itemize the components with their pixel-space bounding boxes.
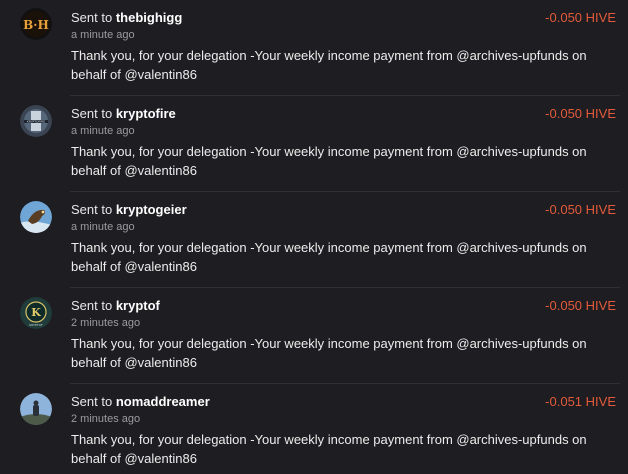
avatar-image: B·H [20, 8, 52, 40]
timestamp: a minute ago [71, 125, 135, 137]
avatar-image: K KRYPTOF [20, 297, 52, 329]
transaction-title: Sent to nomaddreamer [71, 394, 210, 409]
timestamp: a minute ago [71, 221, 135, 233]
amount: -0.050 HIVE [545, 298, 616, 313]
amount: -0.051 HIVE [545, 394, 616, 409]
memo-text: Thank you, for your delegation -Your wee… [71, 240, 587, 274]
recipient-link[interactable]: kryptogeier [116, 202, 187, 217]
title-prefix: Sent to [71, 10, 113, 25]
recipient-link[interactable]: nomaddreamer [116, 394, 210, 409]
transaction-title: Sent to kryptofire [71, 106, 176, 121]
transaction-feed: B·H Sent to thebighigg a minute ago Than… [0, 0, 628, 474]
avatar-nomaddreamer[interactable] [20, 393, 52, 425]
recipient-link[interactable]: kryptofire [116, 106, 176, 121]
avatar-image: KRYPTOFIRE [20, 105, 52, 137]
memo-text: Thank you, for your delegation -Your wee… [71, 48, 587, 82]
svg-text:KRYPTOFIRE: KRYPTOFIRE [27, 120, 45, 124]
recipient-link[interactable]: thebighigg [116, 10, 182, 25]
recipient-link[interactable]: kryptof [116, 298, 160, 313]
memo-text: Thank you, for your delegation -Your wee… [71, 336, 587, 370]
svg-text:KRYPTOF: KRYPTOF [29, 323, 43, 327]
transaction-item[interactable]: Sent to kryptogeier a minute ago Thank y… [0, 192, 628, 288]
avatar-image [20, 201, 52, 233]
avatar-kryptofire[interactable]: KRYPTOFIRE [20, 105, 52, 137]
title-prefix: Sent to [71, 298, 113, 313]
amount: -0.050 HIVE [545, 10, 616, 25]
memo-text: Thank you, for your delegation -Your wee… [71, 432, 587, 466]
timestamp: 2 minutes ago [71, 317, 141, 329]
amount: -0.050 HIVE [545, 106, 616, 121]
transaction-title: Sent to thebighigg [71, 10, 182, 25]
avatar-image [20, 393, 52, 425]
title-prefix: Sent to [71, 106, 113, 121]
title-prefix: Sent to [71, 202, 113, 217]
avatar-kryptof[interactable]: K KRYPTOF [20, 297, 52, 329]
transaction-item[interactable]: Sent to nomaddreamer 2 minutes ago Thank… [0, 384, 628, 474]
title-prefix: Sent to [71, 394, 113, 409]
timestamp: a minute ago [71, 29, 135, 41]
transaction-item[interactable]: KRYPTOFIRE Sent to kryptofire a minute a… [0, 96, 628, 192]
memo-text: Thank you, for your delegation -Your wee… [71, 144, 587, 178]
transaction-title: Sent to kryptogeier [71, 202, 187, 217]
transaction-item[interactable]: B·H Sent to thebighigg a minute ago Than… [0, 0, 628, 96]
amount: -0.050 HIVE [545, 202, 616, 217]
transaction-title: Sent to kryptof [71, 298, 160, 313]
svg-text:B·H: B·H [23, 18, 49, 32]
avatar-kryptogeier[interactable] [20, 201, 52, 233]
transaction-item[interactable]: K KRYPTOF Sent to kryptof 2 minutes ago … [0, 288, 628, 384]
avatar-letter: K [31, 306, 41, 319]
avatar-thebighigg[interactable]: B·H [20, 8, 52, 40]
timestamp: 2 minutes ago [71, 413, 141, 425]
